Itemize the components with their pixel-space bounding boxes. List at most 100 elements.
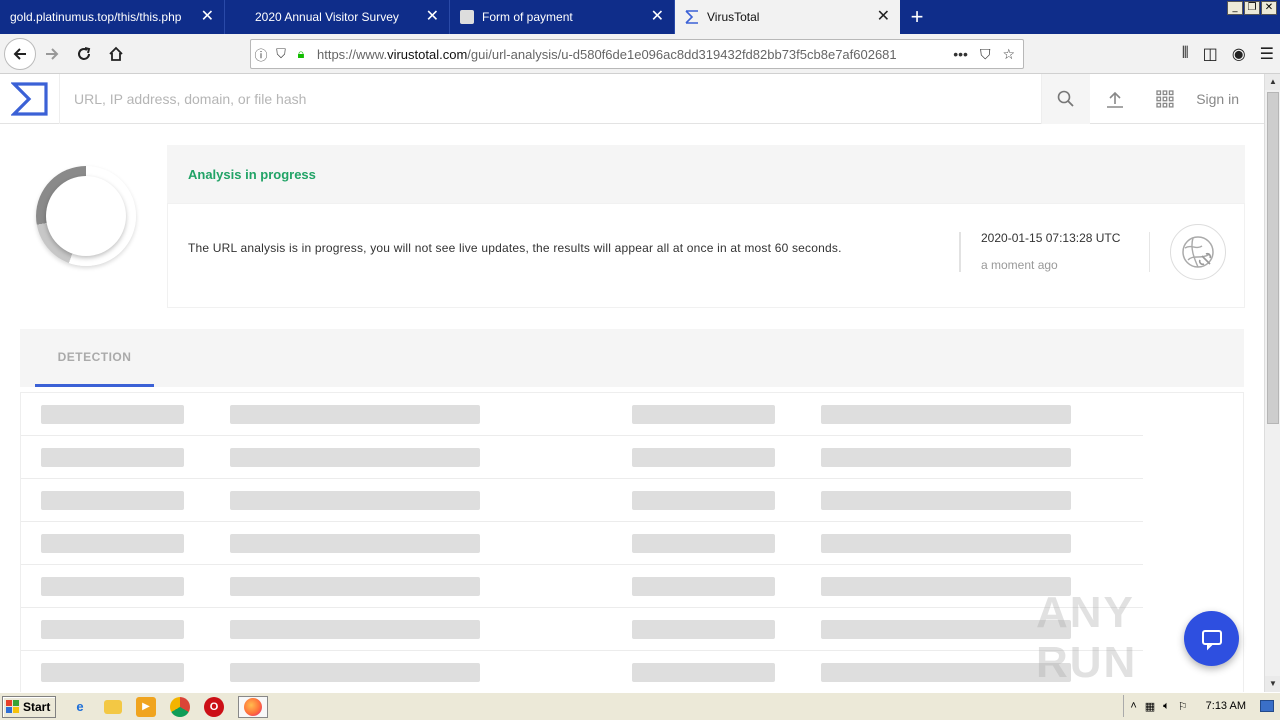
sign-in-link[interactable]: Sign in — [1190, 91, 1264, 107]
sidebar-icon[interactable]: ◫ — [1203, 44, 1218, 64]
home-icon — [109, 46, 123, 61]
vt-header: URL, IP address, domain, or file hash Si… — [0, 73, 1264, 124]
loading-placeholder — [821, 577, 1071, 596]
windows-logo-icon — [6, 699, 19, 713]
loading-placeholder — [230, 663, 480, 682]
internet-explorer-icon[interactable]: e — [70, 697, 90, 717]
arrow-right-icon — [46, 47, 59, 60]
analysis-message: The URL analysis is in progress, you wil… — [188, 241, 842, 255]
analysis-status: Analysis in progress — [167, 145, 1245, 203]
show-desktop-icon[interactable] — [1260, 700, 1274, 712]
close-icon[interactable]: ✕ — [651, 9, 664, 25]
back-button[interactable] — [4, 37, 36, 70]
tab-detection[interactable]: DETECTION — [35, 329, 154, 387]
file-explorer-icon[interactable] — [104, 699, 122, 714]
table-row — [21, 436, 1143, 479]
search-button[interactable] — [1042, 73, 1091, 124]
media-player-icon[interactable]: ▶ — [136, 696, 156, 717]
scrollbar-thumb[interactable] — [1267, 92, 1279, 424]
network-icon[interactable]: ▦ — [1145, 700, 1155, 713]
virustotal-logo[interactable] — [0, 73, 60, 124]
volume-icon[interactable]: 🔈︎ — [1163, 700, 1170, 713]
close-window-button[interactable]: ✕ — [1261, 1, 1277, 15]
close-icon[interactable]: ✕ — [426, 9, 439, 25]
loading-placeholder — [230, 577, 480, 596]
close-icon[interactable]: ✕ — [877, 9, 890, 25]
restore-button[interactable]: ❐ — [1244, 1, 1260, 15]
tab-title: 2020 Annual Visitor Survey — [255, 10, 399, 24]
pocket-icon[interactable]: ⛉ — [980, 46, 991, 63]
shield-icon[interactable]: ⛉ — [271, 46, 291, 62]
clock[interactable]: 7:13 AM — [1206, 700, 1246, 712]
loading-placeholder — [230, 620, 480, 639]
grid-icon — [1156, 89, 1174, 108]
opera-icon[interactable]: O — [204, 696, 224, 717]
tab-annual-visitor-survey[interactable]: 2020 Annual Visitor Survey ✕ — [225, 0, 450, 34]
new-tab-button[interactable]: + — [900, 0, 934, 34]
navigation-bar: ⓘ ⛉ 🔒︎ https://www.virustotal.com/gui/ur… — [0, 34, 1280, 74]
loading-placeholder — [41, 448, 184, 467]
loading-placeholder — [632, 448, 775, 467]
loading-placeholder — [632, 491, 775, 510]
reload-button[interactable] — [68, 38, 100, 70]
loading-placeholder — [230, 534, 480, 553]
loading-placeholder — [821, 534, 1071, 553]
close-icon[interactable]: ✕ — [201, 9, 214, 25]
tab-gold-platinumus[interactable]: gold.platinumus.top/this/this.php ✕ — [0, 0, 225, 34]
tab-title: Form of payment — [482, 10, 573, 24]
bookmark-star-icon[interactable]: ☆ — [1002, 46, 1015, 63]
divider — [959, 232, 961, 272]
loading-placeholder — [632, 620, 775, 639]
loading-placeholder — [41, 620, 184, 639]
menu-icon[interactable]: ☰ — [1260, 44, 1274, 64]
window-controls: _ ❐ ✕ — [1227, 1, 1277, 15]
loading-spinner — [36, 166, 136, 266]
library-icon[interactable]: ⫴ — [1182, 45, 1189, 63]
info-icon[interactable]: ⓘ — [251, 45, 271, 64]
flag-icon[interactable]: ⚐ — [1178, 700, 1188, 713]
loading-placeholder — [821, 663, 1071, 682]
lock-icon[interactable]: 🔒︎ — [291, 46, 311, 62]
page-scrollbar[interactable]: ▲ ▼ — [1264, 74, 1280, 692]
forward-button[interactable] — [36, 38, 68, 70]
scroll-down-arrow-icon[interactable]: ▼ — [1265, 676, 1280, 692]
apps-grid-button[interactable] — [1140, 74, 1190, 124]
tab-title: gold.platinumus.top/this/this.php — [10, 10, 182, 24]
loading-placeholder — [821, 491, 1071, 510]
table-row — [21, 651, 1143, 694]
loading-placeholder — [41, 534, 184, 553]
scroll-up-arrow-icon[interactable]: ▲ — [1265, 74, 1280, 90]
home-button[interactable] — [100, 38, 132, 70]
arrow-left-icon — [13, 47, 26, 60]
browser-tab-strip: gold.platinumus.top/this/this.php ✕ 2020… — [0, 0, 1280, 34]
loading-placeholder — [821, 405, 1071, 424]
chat-button[interactable] — [1184, 611, 1239, 666]
search-icon — [1057, 90, 1074, 107]
tab-form-of-payment[interactable]: Form of payment ✕ — [450, 0, 675, 34]
upload-button[interactable] — [1090, 74, 1140, 124]
firefox-icon[interactable] — [238, 695, 268, 718]
table-row — [21, 565, 1143, 608]
url-text[interactable]: https://www.virustotal.com/gui/url-analy… — [317, 47, 953, 62]
loading-placeholder — [41, 577, 184, 596]
search-input[interactable]: URL, IP address, domain, or file hash — [60, 73, 1043, 124]
chevron-up-icon[interactable]: ˄ — [1130, 700, 1136, 712]
chrome-icon[interactable] — [170, 696, 190, 717]
loading-placeholder — [41, 663, 184, 682]
system-tray: ˄ ▦ 🔈︎ ⚐ 7:13 AM — [1123, 695, 1280, 717]
table-row — [21, 479, 1143, 522]
loading-placeholder — [41, 405, 184, 424]
table-row — [21, 608, 1143, 651]
start-button[interactable]: Start — [2, 695, 56, 718]
divider — [1149, 232, 1150, 272]
address-bar[interactable]: ⓘ ⛉ 🔒︎ https://www.virustotal.com/gui/ur… — [250, 39, 1024, 69]
tab-virustotal[interactable]: VirusTotal ✕ — [675, 0, 900, 34]
page-actions-icon[interactable]: ••• — [953, 46, 968, 63]
analysis-relative-time: a moment ago — [981, 258, 1058, 272]
loading-placeholder — [632, 663, 775, 682]
account-icon[interactable]: ◉ — [1232, 44, 1246, 64]
analysis-date: 2020-01-15 07:13:28 UTC — [981, 231, 1121, 245]
table-row — [21, 522, 1143, 565]
table-row — [21, 393, 1143, 436]
minimize-button[interactable]: _ — [1227, 1, 1243, 15]
